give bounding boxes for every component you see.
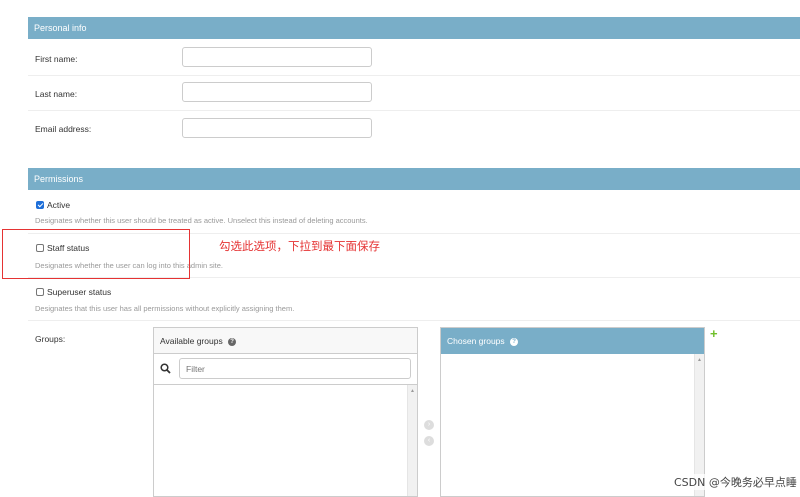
add-arrow-icon[interactable]: › <box>424 420 434 430</box>
annotation-highlight-box <box>2 229 190 279</box>
filter-input[interactable] <box>179 358 411 379</box>
permissions-header: Permissions <box>28 168 800 190</box>
superuser-help-text: Designates that this user has all permis… <box>35 304 295 313</box>
last-name-input[interactable] <box>182 82 372 102</box>
search-icon <box>160 363 171 374</box>
annotation-text: 勾选此选项，下拉到最下面保存 <box>219 239 380 253</box>
active-checkbox[interactable] <box>36 201 44 209</box>
chosen-groups-title: Chosen groups ? <box>441 328 704 354</box>
help-icon: ? <box>228 337 237 346</box>
personal-info-header: Personal info <box>28 17 800 39</box>
help-icon: ? <box>510 337 519 346</box>
personal-info-title: Personal info <box>34 23 87 33</box>
superuser-label[interactable]: Superuser status <box>47 287 111 297</box>
form-row-superuser: Superuser status Designates that this us… <box>28 278 800 321</box>
scroll-up-arrow-icon[interactable]: ▲ <box>697 357 702 363</box>
filter-row <box>154 354 417 385</box>
first-name-input[interactable] <box>182 47 372 67</box>
email-label: Email address: <box>35 124 92 134</box>
chosen-groups-title-text: Chosen groups <box>447 336 505 346</box>
available-groups-title: Available groups ? <box>154 328 417 354</box>
form-row-first-name: First name: <box>28 41 800 76</box>
watermark: CSDN @今晚务必早点睡 <box>674 474 797 490</box>
chosen-groups-box: Chosen groups ? ▲ <box>440 327 705 497</box>
scroll-up-arrow-icon[interactable]: ▲ <box>410 388 415 394</box>
active-help-text: Designates whether this user should be t… <box>35 216 368 225</box>
groups-label: Groups: <box>35 334 66 344</box>
remove-arrow-icon[interactable]: ‹ <box>424 436 434 446</box>
active-label[interactable]: Active <box>47 200 70 210</box>
available-groups-scrollbar[interactable]: ▲ <box>407 385 417 496</box>
available-groups-box: Available groups ? ▲ <box>153 327 418 497</box>
email-input[interactable] <box>182 118 372 138</box>
form-row-active: Active Designates whether this user shou… <box>28 190 800 234</box>
last-name-label: Last name: <box>35 89 78 99</box>
add-group-plus-icon[interactable]: + <box>710 326 718 341</box>
permissions-title: Permissions <box>34 174 84 184</box>
superuser-checkbox[interactable] <box>36 288 44 296</box>
first-name-label: First name: <box>35 54 78 64</box>
form-row-email: Email address: <box>28 111 800 147</box>
form-row-last-name: Last name: <box>28 76 800 111</box>
available-groups-title-text: Available groups <box>160 336 223 346</box>
